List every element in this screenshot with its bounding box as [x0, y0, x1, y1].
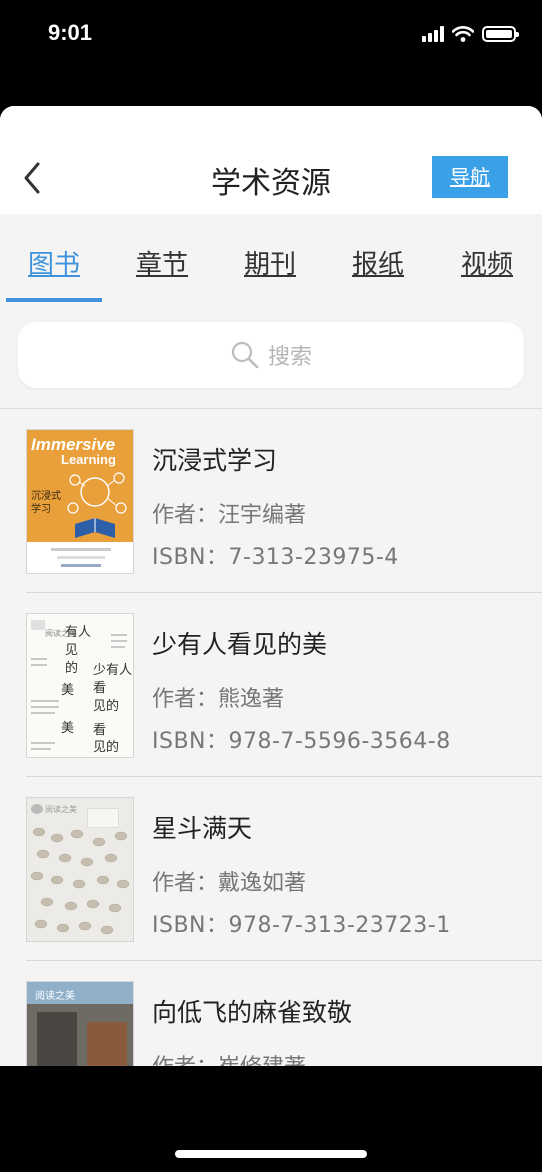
category-tabs: 图书 章节 期刊 报纸 视频 — [0, 214, 542, 305]
svg-text:美: 美 — [61, 721, 74, 736]
tab-videos[interactable]: 视频 — [461, 244, 513, 281]
book-title: 少有人看见的美 — [152, 630, 328, 659]
active-tab-indicator — [6, 298, 102, 302]
tab-newspapers[interactable]: 报纸 — [352, 244, 404, 281]
list-item[interactable]: Immersive Learning 沉浸式学习 沉浸式学习 作者：汪宇编著 I… — [0, 409, 542, 593]
status-icons — [422, 24, 519, 44]
svg-text:美: 美 — [61, 683, 74, 698]
svg-text:有人: 有人 — [65, 625, 91, 640]
tab-journals[interactable]: 期刊 — [244, 244, 296, 281]
svg-text:少有人: 少有人 — [93, 663, 132, 678]
search-icon — [231, 341, 259, 369]
book-title: 向低飞的麻雀致敬 — [152, 998, 353, 1027]
cover-subtitle-en: Learning — [61, 452, 116, 467]
book-cover-image: 阅读之美 — [26, 981, 134, 1066]
book-author: 作者：戴逸如著 — [152, 871, 307, 896]
book-isbn: ISBN：978-7-5596-3564-8 — [152, 729, 451, 754]
svg-text:见的: 见的 — [93, 698, 119, 714]
search-area: 搜索 — [0, 304, 542, 409]
book-isbn: ISBN：978-7-313-23723-1 — [152, 913, 451, 938]
status-bar: 9:01 — [0, 0, 542, 70]
cover-series-label: 阅读之美 — [35, 991, 75, 1002]
book-title: 沉浸式学习 — [152, 446, 278, 475]
cover-leaf-pattern — [30, 827, 130, 935]
cover-title-cn: 沉浸式学习 — [31, 491, 61, 515]
book-cover-image: Immersive Learning 沉浸式学习 — [26, 429, 134, 574]
tab-books[interactable]: 图书 — [28, 244, 80, 281]
svg-text:见的: 见的 — [93, 739, 119, 755]
cover-text-pattern: 有人 见 的 美 少有人 看 见的 美 看 见的 — [31, 625, 132, 755]
book-cover-image: 阅读之美 有人 见 的 美 少有人 看 见的 美 看 见的 — [26, 613, 134, 758]
svg-text:看: 看 — [93, 722, 106, 738]
cover-illustration — [67, 472, 127, 538]
cellular-signal-icon — [422, 26, 444, 42]
list-item[interactable]: 阅读之美 有人 见 的 美 少有人 看 见的 美 看 见的 少有人看见的美 作者… — [0, 593, 542, 777]
book-author: 作者：熊逸著 — [152, 687, 285, 712]
svg-text:见: 见 — [65, 643, 78, 658]
book-title: 星斗满天 — [152, 814, 253, 843]
book-author: 作者：汪宇编著 — [152, 503, 307, 528]
book-isbn: ISBN：7-313-23975-4 — [152, 545, 399, 570]
academic-resources-sheet: 学术资源 导航 图书 章节 期刊 报纸 视频 搜索 Immersive Lear… — [0, 106, 542, 1066]
book-cover-image: 阅读之美 — [26, 797, 134, 942]
list-item[interactable]: 阅读之美 星斗满天 作者：戴逸如著 ISBN：978-7-313-23723-1 — [0, 777, 542, 961]
book-author: 作者：崔修建著 — [152, 1049, 306, 1066]
search-placeholder: 搜索 — [267, 345, 312, 370]
header: 学术资源 导航 — [0, 106, 542, 214]
svg-text:看: 看 — [93, 680, 106, 696]
home-indicator[interactable] — [175, 1150, 367, 1158]
cover-series-label: 阅读之美 — [45, 805, 77, 814]
search-input[interactable]: 搜索 — [18, 322, 524, 388]
tab-chapters[interactable]: 章节 — [136, 244, 188, 281]
battery-icon — [482, 26, 519, 42]
svg-text:的: 的 — [65, 660, 78, 676]
book-list: Immersive Learning 沉浸式学习 沉浸式学习 作者：汪宇编著 I… — [0, 409, 542, 1066]
wifi-icon — [452, 26, 474, 42]
list-item[interactable]: 阅读之美 向低飞的麻雀致敬 作者：崔修建著 — [0, 961, 542, 1066]
navigation-button[interactable]: 导航 — [432, 156, 508, 198]
status-time: 9:01 — [48, 20, 93, 45]
